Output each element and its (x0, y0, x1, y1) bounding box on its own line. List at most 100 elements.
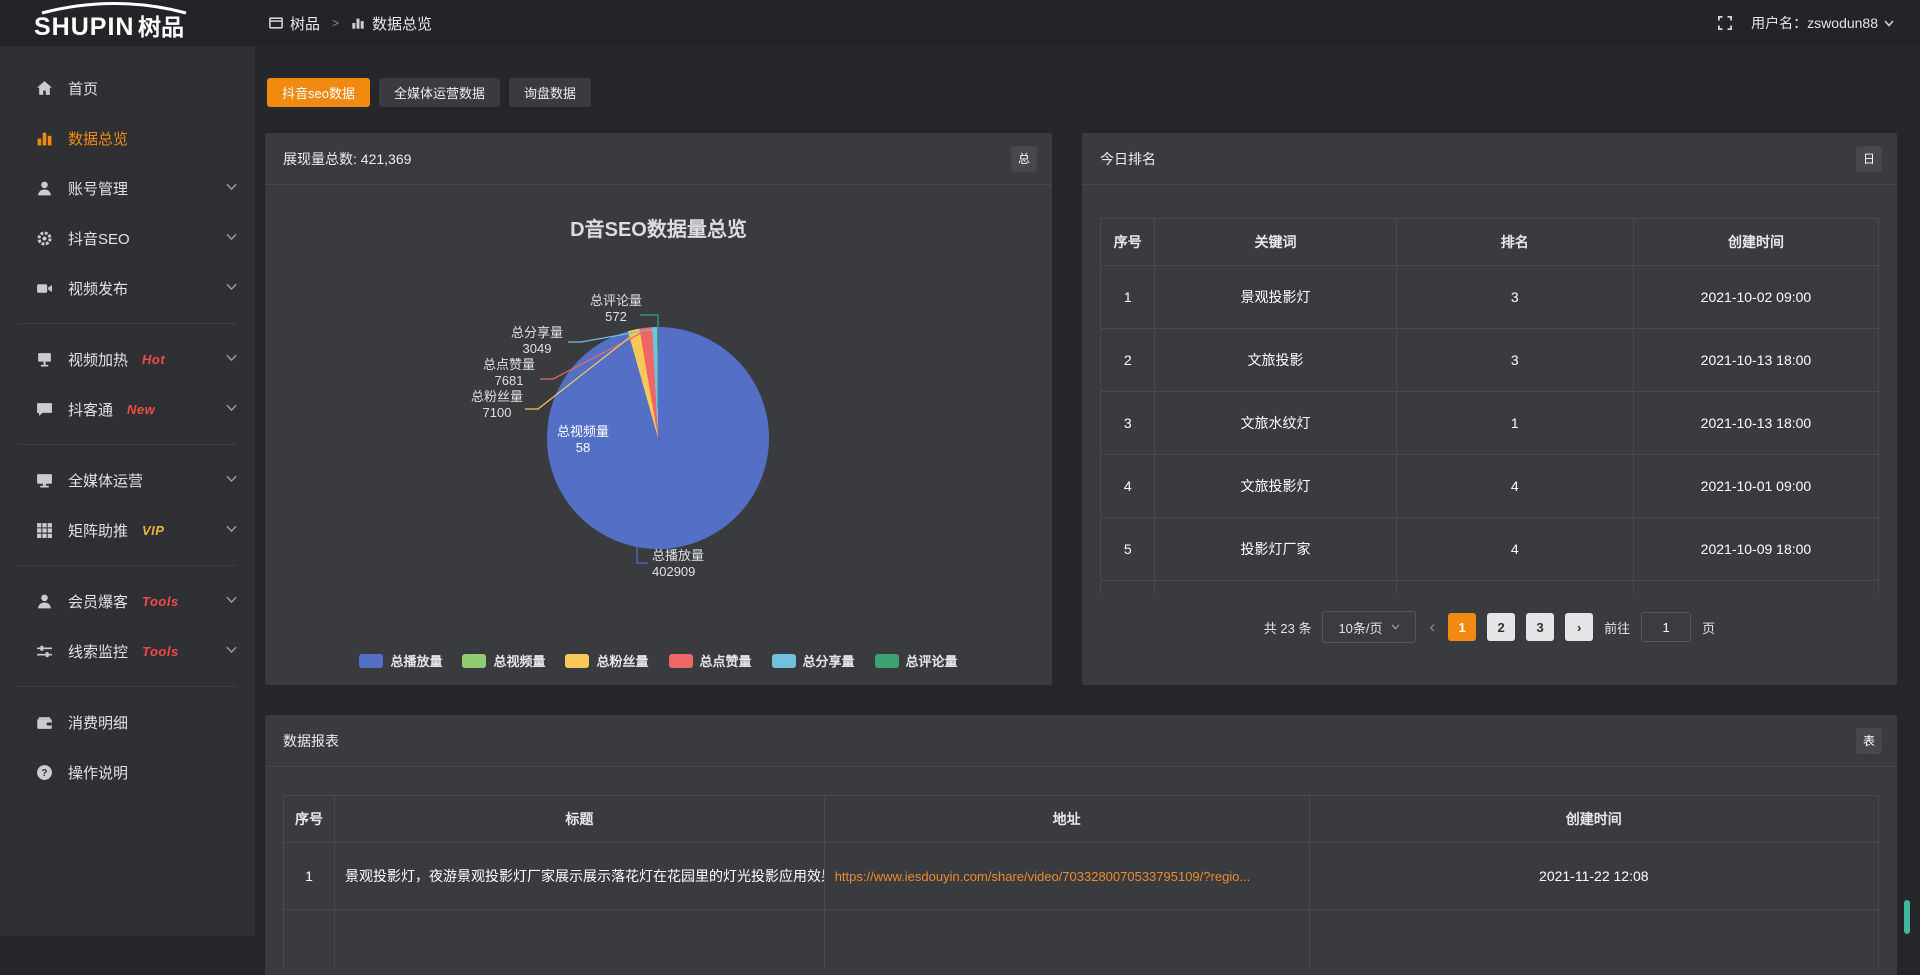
table-row: 1 景观投影灯 3 2021-10-02 09:00 (1101, 266, 1879, 329)
legend-item-shares[interactable]: 总分享量 (772, 651, 855, 670)
pagination-total: 共 23 条 (1264, 618, 1312, 637)
sidebar-item-data-overview[interactable]: 数据总览 (0, 113, 255, 163)
question-circle-icon: ? (36, 764, 53, 781)
page-button-3[interactable]: 3 (1526, 613, 1554, 641)
sidebar-item-douketong[interactable]: 抖客通 New (0, 384, 255, 434)
legend-item-comments[interactable]: 总评论量 (875, 651, 958, 670)
table-header-row: 序号 关键词 排名 创建时间 (1101, 219, 1879, 266)
table-row-partial (1101, 581, 1879, 595)
svg-text:SHUPIN: SHUPIN (34, 13, 134, 41)
pie-label-videos: 总视频量 58 (533, 424, 633, 456)
table-row: 3 文旅水纹灯 1 2021-10-13 18:00 (1101, 392, 1879, 455)
sidebar-divider (18, 323, 237, 324)
topbar-right: 用户名：zswodun88 (1717, 13, 1920, 33)
logo[interactable]: SHUPIN 树品 (0, 1, 255, 46)
legend-item-likes[interactable]: 总点赞量 (669, 651, 752, 670)
bar-chart-icon (36, 130, 53, 147)
app-root: { "colors": { "accent": "#f28a11", "hot_… (0, 0, 1920, 936)
sliders-icon (36, 643, 53, 660)
wallet-icon (36, 714, 53, 731)
report-panel-header: 数据报表 表 (265, 715, 1897, 767)
sidebar-item-matrix-boost[interactable]: 矩阵助推 VIP (0, 505, 255, 555)
chevron-down-icon (226, 233, 237, 244)
sidebar-item-video-publish[interactable]: 视频发布 (0, 263, 255, 313)
sidebar-item-clue-monitor[interactable]: 线索监控 Tools (0, 626, 255, 676)
chevron-down-icon (1884, 20, 1894, 27)
legend-item-plays[interactable]: 总播放量 (359, 651, 442, 670)
goto-page-input[interactable] (1641, 612, 1691, 642)
tab-douyin-seo-data[interactable]: 抖音seo数据 (267, 78, 370, 107)
username-label: 用户名：zswodun88 (1751, 13, 1878, 33)
goto-label: 前往 (1604, 618, 1630, 637)
day-badge-button[interactable]: 日 (1856, 146, 1882, 172)
grid-icon (36, 522, 53, 539)
pie-chart: D音SEO数据量总览 总评论量 572 总分享量 3049 总点赞量 7681 … (265, 185, 1052, 685)
svg-text:?: ? (41, 768, 47, 779)
sidebar: 首页 数据总览 账号管理 抖音SEO 视频发布 视频加热 Hot 抖客通 New (0, 46, 255, 936)
table-row: 1 景观投影灯，夜游景观投影灯厂家展示展示落花灯在花园里的灯光投影应用效果 # … (284, 843, 1879, 910)
pie-label-plays: 总播放量 402909 (652, 548, 772, 580)
table-row: 4 文旅投影灯 4 2021-10-01 09:00 (1101, 455, 1879, 518)
report-panel-title: 数据报表 (283, 731, 339, 751)
ranking-table: 序号 关键词 排名 创建时间 1 景观投影灯 3 2021-10-02 09:0… (1100, 218, 1879, 594)
sidebar-divider (18, 686, 237, 687)
breadcrumb-current: 数据总览 (372, 13, 432, 34)
legend-item-fans[interactable]: 总粉丝量 (565, 651, 648, 670)
sidebar-item-member-baoke[interactable]: 会员爆客 Tools (0, 576, 255, 626)
sidebar-divider (18, 565, 237, 566)
page-button-2[interactable]: 2 (1487, 613, 1515, 641)
ranking-panel-header: 今日排名 日 (1082, 133, 1897, 185)
goto-unit: 页 (1702, 618, 1715, 637)
sidebar-item-consumption-detail[interactable]: 消费明细 (0, 697, 255, 747)
tab-media-operation-data[interactable]: 全媒体运营数据 (379, 78, 500, 107)
chevron-down-icon (226, 354, 237, 365)
chart-legend: 总播放量 总视频量 总粉丝量 总点赞量 总分享量 总评论量 (265, 651, 1052, 670)
next-page-button[interactable]: › (1565, 613, 1593, 641)
chevron-down-icon (226, 475, 237, 486)
table-badge-button[interactable]: 表 (1856, 728, 1882, 754)
table-row: 2 文旅投影 3 2021-10-13 18:00 (1101, 329, 1879, 392)
prev-page-button[interactable]: ‹ (1427, 617, 1437, 637)
legend-item-videos[interactable]: 总视频量 (462, 651, 545, 670)
scrollbar-thumb[interactable] (1904, 900, 1910, 934)
sidebar-item-douyin-seo[interactable]: 抖音SEO (0, 213, 255, 263)
page-size-select[interactable]: 10条/页 (1322, 611, 1416, 643)
pie-label-fans: 总粉丝量 7100 (447, 389, 547, 421)
total-badge-button[interactable]: 总 (1011, 146, 1037, 172)
sidebar-item-video-heat[interactable]: 视频加热 Hot (0, 334, 255, 384)
user-menu[interactable]: 用户名：zswodun88 (1751, 13, 1894, 33)
gear-icon (36, 230, 53, 247)
tab-inquiry-data[interactable]: 询盘数据 (509, 78, 591, 107)
pagination: 共 23 条 10条/页 ‹ 1 2 3 › 前往 页 (1082, 611, 1897, 643)
sidebar-divider (18, 444, 237, 445)
chevron-down-icon (226, 596, 237, 607)
overview-panel-header: 展现量总数: 421,369 总 (265, 133, 1052, 185)
topbar: SHUPIN 树品 树品 > 数据总览 用户名：zswodun88 (0, 0, 1920, 46)
sidebar-item-home[interactable]: 首页 (0, 63, 255, 113)
chat-bubble-icon (36, 401, 53, 418)
report-url-link[interactable]: https://www.iesdouyin.com/share/video/70… (835, 869, 1251, 884)
signboard-icon (36, 351, 53, 368)
svg-text:树品: 树品 (138, 14, 184, 40)
fullscreen-icon[interactable] (1717, 15, 1733, 31)
chevron-down-icon (226, 525, 237, 536)
chevron-down-icon (226, 404, 237, 415)
report-title-cell: 景观投影灯，夜游景观投影灯厂家展示展示落花灯在花园里的灯光投影应用效果 # (335, 843, 825, 910)
video-camera-icon (36, 280, 53, 297)
table-header-row: 序号 标题 地址 创建时间 (284, 796, 1879, 843)
impressions-total-label: 展现量总数: 421,369 (283, 149, 411, 169)
sidebar-item-operation-guide[interactable]: ? 操作说明 (0, 747, 255, 797)
data-tabs: 抖音seo数据 全媒体运营数据 询盘数据 (267, 78, 591, 107)
pie-label-likes: 总点赞量 7681 (459, 357, 559, 389)
chevron-down-icon (1391, 624, 1401, 631)
user-icon (36, 593, 53, 610)
sidebar-item-account-management[interactable]: 账号管理 (0, 163, 255, 213)
breadcrumb-root[interactable]: 树品 (290, 13, 320, 34)
pie-label-shares: 总分享量 3049 (487, 325, 587, 357)
page-button-1[interactable]: 1 (1448, 613, 1476, 641)
sidebar-item-media-operation[interactable]: 全媒体运营 (0, 455, 255, 505)
user-icon (36, 180, 53, 197)
table-row-partial (284, 910, 1879, 971)
overview-panel: 展现量总数: 421,369 总 D音SEO数据量总览 总评论量 572 总分享… (265, 133, 1052, 685)
monitor-icon (36, 472, 53, 489)
